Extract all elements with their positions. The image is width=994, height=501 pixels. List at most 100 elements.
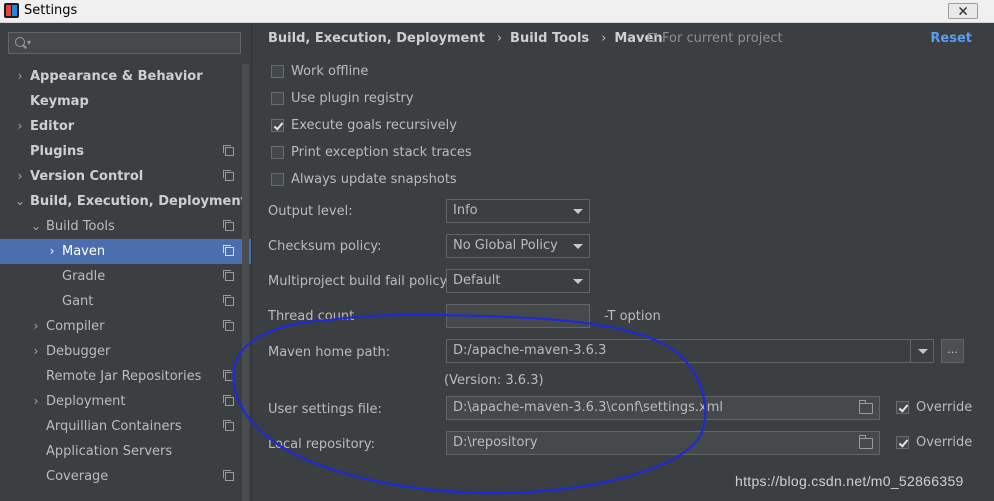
sidebar-item-label: Plugins [30,144,84,159]
settings-sidebar: ▾ › Appearance & Behavior Keymap › Editor Plu… [0,23,252,501]
sidebar-item[interactable]: Keymap [0,89,251,114]
sidebar-item[interactable]: Gant [0,289,251,314]
local-repository-label: Local repository: [268,437,375,452]
settings-search-input[interactable]: ▾ [8,32,241,54]
intellij-app-icon [4,3,19,18]
user-settings-file-input[interactable]: D:\apache-maven-3.6.3\conf\settings.xml [446,396,880,420]
sidebar-item[interactable]: Gradle [0,264,251,289]
reset-link[interactable]: Reset [930,31,972,46]
copy-icon [648,33,657,42]
project-level-icon [223,220,234,231]
chevron-right-icon[interactable]: › [30,389,42,414]
output-level-label: Output level: [268,204,353,219]
maven-home-dropdown-button[interactable] [910,339,934,363]
option-label: Always update snapshots [291,172,457,187]
chevron-right-icon[interactable]: › [46,239,58,264]
maven-settings-panel: Build, Execution, Deployment › Build Tools… [252,23,994,501]
watermark: https://blog.csdn.net/m0_52866359 [735,473,964,489]
multiproject-fail-policy-value: Default [453,273,501,288]
breadcrumb-item: Build, Execution, Deployment [268,31,485,46]
chevron-right-icon[interactable]: › [14,64,26,89]
chevron-down-icon[interactable]: ⌄ [14,189,26,214]
sidebar-item[interactable]: › Maven [0,239,251,264]
checksum-policy-select[interactable]: No Global Policy [446,234,590,258]
sidebar-item-label: Remote Jar Repositories [46,369,202,384]
folder-icon[interactable] [859,435,873,449]
option-checkbox[interactable] [271,173,284,186]
user-settings-file-value: D:\apache-maven-3.6.3\conf\settings.xml [453,400,723,415]
sidebar-item-label: Maven [62,244,106,259]
project-level-icon [223,320,234,331]
chevron-down-icon [573,279,583,284]
sidebar-item-label: Coverage [46,469,109,484]
checksum-policy-value: No Global Policy [453,238,558,253]
maven-home-path-value: D:/apache-maven-3.6.3 [453,343,607,358]
option-checkbox[interactable] [271,119,284,132]
sidebar-item[interactable]: Arquillian Containers [0,414,251,439]
maven-home-browse-button[interactable]: ... [941,339,964,363]
sidebar-item[interactable]: › Debugger [0,339,251,364]
sidebar-item-label: Gradle [62,269,106,284]
local-repository-input[interactable]: D:\repository [446,431,880,455]
output-level-value: Info [453,203,478,218]
sidebar-item[interactable]: Plugins [0,139,251,164]
sidebar-item[interactable]: › Editor [0,114,251,139]
checksum-policy-label: Checksum policy: [268,239,382,254]
sidebar-item[interactable]: › Deployment [0,389,251,414]
thread-count-input[interactable] [446,304,590,328]
project-level-icon [223,370,234,381]
project-level-icon [223,270,234,281]
chevron-right-icon[interactable]: › [30,339,42,364]
sidebar-item[interactable]: Remote Jar Repositories [0,364,251,389]
sidebar-item-label: Version Control [30,169,144,184]
chevron-right-icon[interactable]: › [30,314,42,339]
breadcrumb-item: Build Tools [510,31,590,46]
window-title: Settings [24,3,78,18]
output-level-select[interactable]: Info [446,199,590,223]
sidebar-item[interactable]: ⌄ Build, Execution, Deployment [0,189,251,214]
sidebar-item[interactable]: › Version Control [0,164,251,189]
multiproject-fail-policy-select[interactable]: Default [446,269,590,293]
option-checkbox[interactable] [271,65,284,78]
maven-home-path-label: Maven home path: [268,345,391,360]
sidebar-item[interactable]: Application Servers [0,439,251,464]
option-label: Print exception stack traces [291,145,472,160]
sidebar-item[interactable]: ⌄ Build Tools [0,214,251,239]
close-button[interactable]: 🗙 [948,3,978,19]
multiproject-fail-policy-label: Multiproject build fail policy: [268,274,451,289]
breadcrumb-separator: › [601,31,607,46]
maven-version-hint: (Version: 3.6.3) [444,373,544,388]
folder-icon[interactable] [859,400,873,414]
breadcrumb-separator: › [496,31,503,46]
sidebar-scrollbar[interactable] [242,64,249,501]
project-level-icon [223,170,234,181]
chevron-down-icon [573,209,583,214]
option-label: Work offline [291,64,369,79]
option-checkbox[interactable] [271,146,284,159]
sidebar-item-label: Appearance & Behavior [30,69,203,84]
project-level-icon [223,420,234,431]
user-settings-override-checkbox[interactable] [896,401,909,414]
chevron-down-icon [918,349,928,354]
search-icon [15,37,25,47]
local-repository-override-checkbox[interactable] [896,436,909,449]
sidebar-item[interactable]: › Appearance & Behavior [0,64,251,89]
maven-home-path-combo[interactable]: D:/apache-maven-3.6.3 [446,339,911,363]
thread-count-label: Thread count [268,309,355,324]
project-level-icon [223,145,234,156]
thread-count-suffix: -T option [604,309,661,324]
project-level-icon [223,295,234,306]
breadcrumb: Build, Execution, Deployment › Build Tools… [268,31,667,47]
local-repository-value: D:\repository [453,435,538,450]
sidebar-item-label: Arquillian Containers [46,419,182,434]
sidebar-item[interactable]: Coverage [0,464,251,489]
sidebar-item-label: Debugger [46,344,111,359]
chevron-right-icon[interactable]: › [14,114,26,139]
override-label: Override [916,435,973,450]
option-checkbox[interactable] [271,92,284,105]
chevron-right-icon[interactable]: › [14,164,26,189]
chevron-down-icon[interactable]: ⌄ [30,214,42,239]
project-level-icon [223,470,234,481]
sidebar-item-label: Application Servers [46,444,173,459]
sidebar-item[interactable]: › Compiler [0,314,251,339]
